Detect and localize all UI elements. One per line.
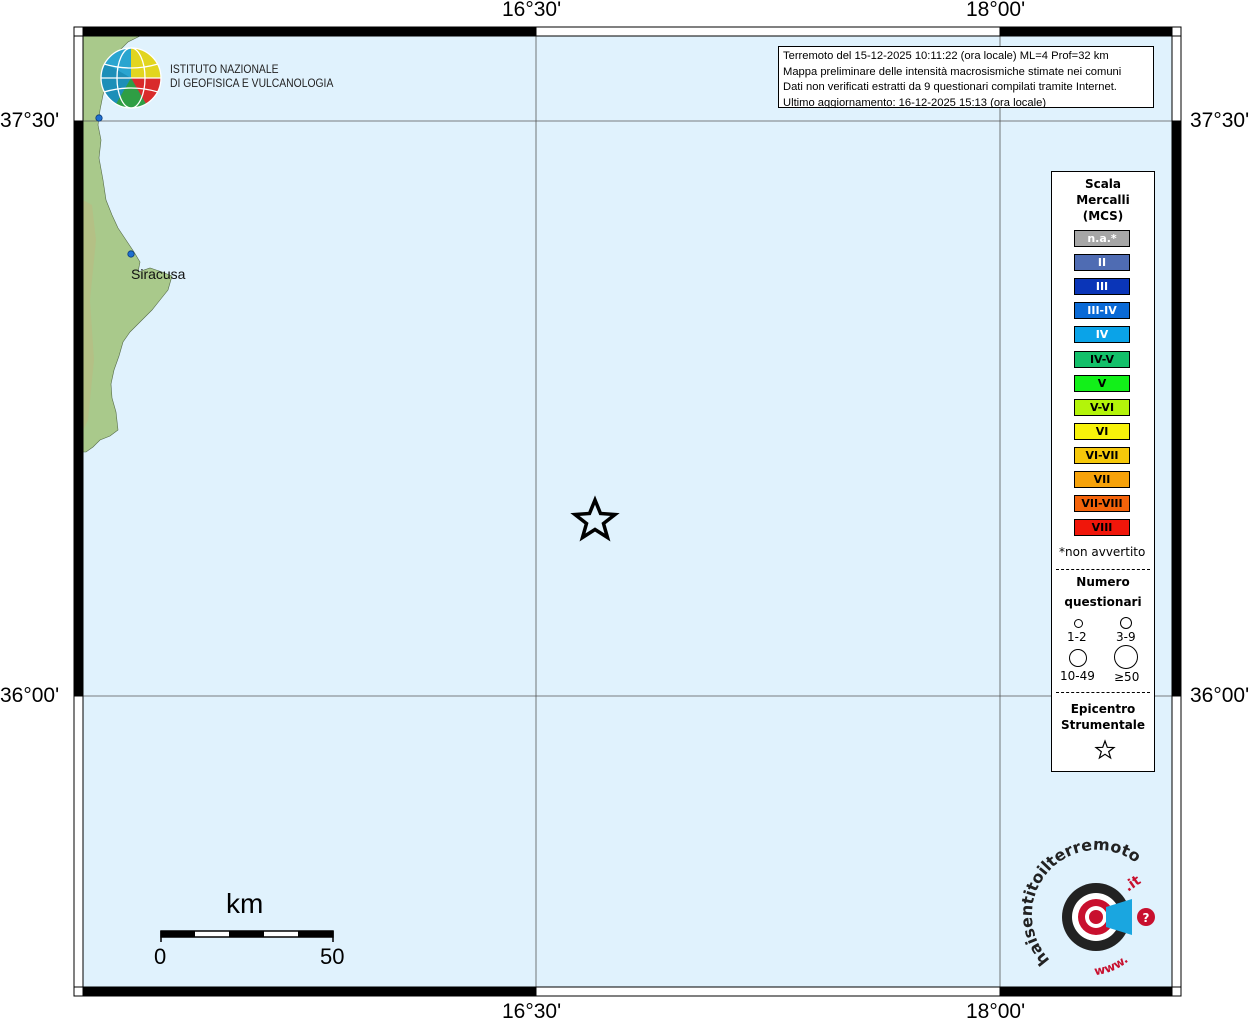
- circle-size-4-icon: [1114, 645, 1138, 669]
- info-line-1: Terremoto del 15-12-2025 10:11:22 (ora l…: [783, 50, 1109, 62]
- lon-label-top-1: 16°30': [502, 0, 562, 21]
- intensity-swatch: II: [1074, 254, 1130, 272]
- info-line-4: Ultimo aggiornamento: 16-12-2025 15:13 (…: [783, 96, 1047, 108]
- questionnaires-title-2: questionari: [1064, 595, 1142, 609]
- intensity-swatch: VIII: [1074, 519, 1130, 537]
- city-label-siracusa: Siracusa: [131, 266, 186, 282]
- epicenter-title-1: Epicentro: [1070, 702, 1136, 716]
- lon-label-bottom-2: 18°00': [966, 1000, 1026, 1023]
- circle-size-3-icon: [1069, 649, 1087, 667]
- legend-note: *non avvertito: [1059, 545, 1146, 559]
- lat-label-left-1: 37°30': [0, 109, 60, 132]
- scale-title: km: [226, 888, 264, 919]
- intensity-swatch: n.a.*: [1074, 230, 1130, 247]
- info-line-2: Mappa preliminare delle intensità macros…: [783, 65, 1122, 78]
- questionnaires-title-1: Numero: [1076, 575, 1130, 589]
- legend-divider-1: [1056, 569, 1150, 570]
- ingv-logo-icon: [100, 47, 162, 109]
- info-line-3: Dati non verificati estratti da 9 questi…: [783, 81, 1117, 93]
- ingv-logo-text: ISTITUTO NAZIONALE DI GEOFISICA E VULCAN…: [170, 63, 333, 91]
- circle-size-2-icon: [1120, 617, 1132, 629]
- ingv-line-1: ISTITUTO NAZIONALE: [170, 64, 279, 76]
- intensity-swatch: IV-V: [1074, 350, 1130, 368]
- city-dot-siracusa: [127, 250, 135, 258]
- city-dot-north: [95, 114, 103, 122]
- intensity-swatch: VII: [1074, 471, 1130, 488]
- lat-label-left-2: 36°00': [0, 684, 60, 707]
- intensity-swatch: III: [1074, 278, 1130, 296]
- size-label-3: 10-49: [1060, 669, 1095, 683]
- ingv-line-2: DI GEOFISICA E VULCANOLOGIA: [170, 78, 334, 90]
- legend-star-icon: [1094, 739, 1116, 760]
- scale-max-label: 50: [320, 944, 345, 969]
- intensity-swatch: VI: [1074, 422, 1130, 440]
- size-label-2: 3-9: [1116, 630, 1136, 644]
- svg-text:?: ?: [1143, 911, 1150, 925]
- sea-area: [83, 36, 1172, 987]
- intensity-swatch: V-VI: [1074, 398, 1130, 416]
- event-info-box: Terremoto del 15-12-2025 10:11:22 (ora l…: [778, 46, 1154, 108]
- legend-panel: Scala Mercalli (MCS) n.a.* II III III-IV IV I…: [1051, 171, 1155, 772]
- intensity-swatch: III-IV: [1074, 302, 1130, 320]
- legend-title-2: Mercalli: [1076, 193, 1130, 207]
- lon-label-bottom-1: 16°30': [502, 1000, 562, 1023]
- intensity-swatch: V: [1074, 374, 1130, 392]
- legend-divider-2: [1056, 692, 1150, 693]
- scale-min-label: 0: [154, 944, 167, 969]
- intensity-swatch: IV: [1074, 326, 1130, 344]
- legend-title-1: Scala: [1084, 177, 1122, 191]
- legend-title-3: (MCS): [1082, 209, 1124, 223]
- lat-label-right-1: 37°30': [1190, 109, 1250, 132]
- circle-size-1-icon: [1074, 619, 1083, 628]
- lat-label-right-2: 36°00': [1190, 684, 1250, 707]
- size-label-1: 1-2: [1067, 630, 1087, 644]
- epicenter-title-2: Strumentale: [1060, 718, 1146, 732]
- lon-label-top-2: 18°00': [966, 0, 1026, 21]
- size-label-4: ≥50: [1114, 670, 1140, 684]
- intensity-swatch: VII-VIII: [1074, 495, 1130, 513]
- intensity-swatch: VI-VII: [1074, 446, 1130, 464]
